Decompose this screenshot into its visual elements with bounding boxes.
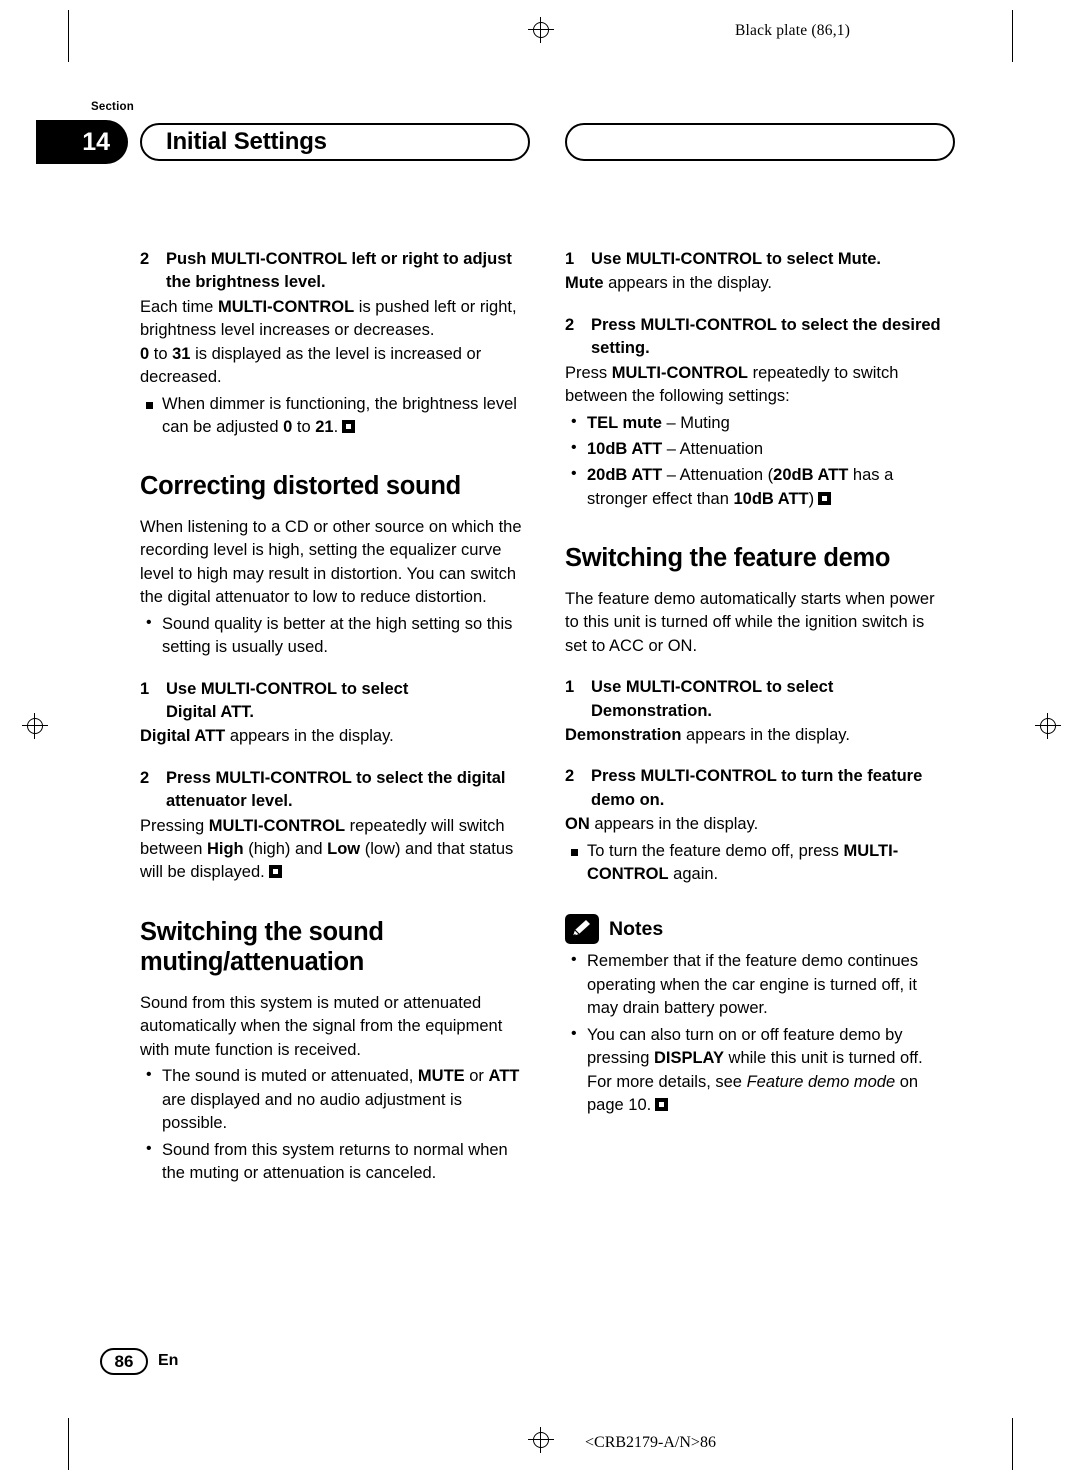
page-number-badge: 86 (100, 1348, 148, 1375)
heading-correcting-distorted-sound: Correcting distorted sound (140, 472, 461, 501)
step-digital-attenuator-level: 2 Press MULTI-CONTROL to select the digi… (140, 767, 525, 814)
step-turn-feature-demo-on-number: 2 (565, 767, 575, 786)
correcting-body: When listening to a CD or other source o… (140, 517, 522, 607)
footer-document-code: <CRB2179-A/N>86 (585, 1434, 716, 1451)
step-select-mute: 1 Use MULTI-CONTROL to select Mute. (565, 248, 950, 271)
list-item: The sound is muted or attenuated, MUTE o… (140, 1064, 525, 1135)
registration-mark-top (528, 17, 554, 43)
crop-mark-top-right-vertical (1012, 10, 1013, 62)
setting-options-list: TEL mute – Muting 10dB ATT – Attenuation… (565, 411, 950, 512)
step-select-digital-att-number: 1 (140, 679, 150, 698)
feature-demo-note-list: To turn the feature demo off, press MULT… (565, 840, 950, 887)
brightness-body-2: 0 to 31 is displayed as the level is inc… (140, 344, 482, 387)
step-digital-attenuator-level-number: 2 (140, 768, 150, 787)
step-select-demonstration: 1 Use MULTI-CONTROL to select Demonstrati… (565, 676, 950, 723)
step-select-digital-att-text: Use MULTI-CONTROL to select Digital ATT. (166, 679, 409, 721)
notes-list: Remember that if the feature demo contin… (565, 949, 950, 1118)
correcting-bullet-list: Sound quality is better at the high sett… (140, 612, 525, 660)
step-brightness-text: Push MULTI-CONTROL left or right to adju… (166, 250, 512, 292)
end-marker (655, 1097, 669, 1111)
step-select-digital-att: 1 Use MULTI-CONTROL to select Digital ATT… (140, 678, 525, 725)
list-item: 10dB ATT – Attenuation (565, 437, 950, 461)
crop-mark-bottom-right-vertical (1012, 1418, 1013, 1470)
end-marker (818, 491, 832, 505)
registration-mark-right (1035, 713, 1061, 739)
heading-switching-feature-demo: Switching the feature demo (565, 544, 891, 573)
end-marker (268, 865, 282, 879)
pencil-icon (565, 914, 599, 945)
step-select-desired-setting: 2 Press MULTI-CONTROL to select the desi… (565, 314, 950, 361)
step-digital-attenuator-level-text: Press MULTI-CONTROL to select the digita… (166, 768, 506, 811)
list-item: When dimmer is functioning, the brightne… (140, 393, 525, 440)
demonstration-body: Demonstration appears in the display. (565, 725, 850, 744)
notes-title: Notes (609, 917, 664, 940)
list-item: You can also turn on or off feature demo… (565, 1023, 950, 1118)
step-select-demonstration-number: 1 (565, 678, 575, 697)
step-select-desired-setting-text: Press MULTI-CONTROL to select the desire… (591, 315, 941, 358)
notes-header: Notes (565, 914, 950, 945)
step-turn-feature-demo-on: 2 Press MULTI-CONTROL to turn the featur… (565, 765, 950, 812)
muting-body: Sound from this system is muted or atten… (140, 994, 503, 1059)
end-marker (342, 419, 356, 433)
crop-mark-bottom-left-vertical (68, 1418, 69, 1470)
step-turn-feature-demo-on-text: Press MULTI-CONTROL to turn the feature … (591, 767, 923, 809)
step-select-desired-setting-number: 2 (565, 315, 575, 334)
digital-att-body: Digital ATT appears in the display. (140, 727, 394, 746)
page-title-pill-right (565, 123, 955, 161)
right-column: 1 Use MULTI-CONTROL to select Mute. Mute… (565, 248, 950, 1117)
section-word: Section (91, 101, 134, 113)
list-item: TEL mute – Muting (565, 411, 950, 435)
mute-body: Mute appears in the display. (565, 274, 772, 293)
step-select-demonstration-text: Use MULTI-CONTROL to select Demonstration… (591, 678, 834, 720)
registration-mark-left (22, 713, 48, 739)
list-item: 20dB ATT – Attenuation (20dB ATT has a s… (565, 463, 950, 511)
step-select-mute-text: Use MULTI-CONTROL to select Mute. (591, 250, 881, 268)
crop-mark-top-left-vertical (68, 10, 69, 62)
heading-switching-sound-muting: Switching the sound muting/attenuation (140, 917, 384, 977)
page-title: Initial Settings (140, 123, 530, 161)
step-select-mute-number: 1 (565, 250, 575, 268)
feature-demo-on-body: ON appears in the display. (565, 815, 759, 834)
list-item: To turn the feature demo off, press MULT… (565, 840, 950, 887)
muting-bullet-list: The sound is muted or attenuated, MUTE o… (140, 1064, 525, 1186)
demo-body: The feature demo automatically starts wh… (565, 589, 935, 655)
desired-setting-body: Press MULTI-CONTROL repeatedly to switch… (565, 363, 899, 406)
brightness-body-1: Each time MULTI-CONTROL is pushed left o… (140, 297, 517, 340)
list-item: Sound quality is better at the high sett… (140, 612, 525, 660)
black-plate-label: Black plate (86,1) (735, 22, 851, 39)
brightness-note-list: When dimmer is functioning, the brightne… (140, 393, 525, 440)
left-column: 2 Push MULTI-CONTROL left or right to ad… (140, 248, 525, 1185)
list-item: Sound from this system returns to normal… (140, 1138, 525, 1186)
step-brightness-number: 2 (140, 250, 150, 268)
section-number-tab: 14 (36, 120, 128, 164)
list-item: Remember that if the feature demo contin… (565, 949, 950, 1020)
step-brightness: 2 Push MULTI-CONTROL left or right to ad… (140, 248, 525, 295)
page-language: En (158, 1352, 179, 1369)
digital-attenuator-level-body: Pressing MULTI-CONTROL repeatedly will s… (140, 816, 514, 882)
registration-mark-bottom (528, 1427, 554, 1453)
